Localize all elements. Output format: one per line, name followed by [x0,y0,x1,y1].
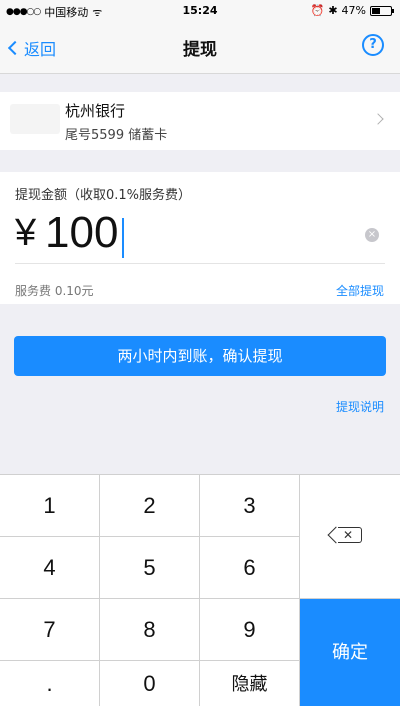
bank-card-selector[interactable]: 杭州银行 尾号5599 储蓄卡 [0,92,400,150]
alarm-icon: ⏰ [310,4,325,17]
battery-icon [370,5,394,16]
status-bar: ●●●○○ 中国移动 ᯤ 15:24 ⏰ ✱ 47% [0,0,400,20]
withdraw-all-link[interactable]: 全部提现 [336,282,384,299]
help-icon[interactable]: ? [362,34,384,56]
clear-icon[interactable]: × [365,228,379,242]
key-5[interactable]: 5 [100,537,200,599]
battery-fill [372,7,381,14]
page-title: 提现 [183,40,217,60]
confirm-key[interactable]: 确定 [300,599,400,706]
bluetooth-icon: ✱ [328,4,338,17]
text-cursor [122,218,124,258]
key-3[interactable]: 3 [200,475,300,537]
currency-symbol: ¥ [15,212,37,254]
amount-input[interactable]: ¥ 100 × [15,208,385,264]
amount-label: 提现金额（收取0.1%服务费） [15,188,192,203]
bank-logo-icon [10,104,60,134]
numeric-keypad: 1 2 3 4 5 6 7 8 9 . 0 隐藏 ✕ 确定 [0,474,400,706]
amount-value: 100 [45,208,119,257]
hide-keyboard-key[interactable]: 隐藏 [200,661,300,706]
amount-panel: 提现金额（收取0.1%服务费） ¥ 100 × 服务费 0.10元 全部提现 [0,172,400,304]
backspace-key[interactable]: ✕ [300,475,400,599]
battery-percent: 47% [341,4,366,17]
bank-name: 杭州银行 [65,102,126,120]
bank-card-number: 尾号5599 储蓄卡 [65,128,168,143]
backspace-icon: ✕ [338,527,362,543]
key-8[interactable]: 8 [100,599,200,661]
key-9[interactable]: 9 [200,599,300,661]
nav-bar: 返回 提现 ? [0,20,400,74]
withdraw-explanation-link[interactable]: 提现说明 [336,398,384,415]
key-1[interactable]: 1 [0,475,100,537]
key-6[interactable]: 6 [200,537,300,599]
key-0[interactable]: 0 [100,661,200,706]
chevron-right-icon [372,113,384,125]
key-dot[interactable]: . [0,661,100,706]
confirm-withdraw-button[interactable]: 两小时内到账，确认提现 [14,336,386,376]
key-2[interactable]: 2 [100,475,200,537]
key-4[interactable]: 4 [0,537,100,599]
key-7[interactable]: 7 [0,599,100,661]
service-fee: 服务费 0.10元 [15,284,94,298]
